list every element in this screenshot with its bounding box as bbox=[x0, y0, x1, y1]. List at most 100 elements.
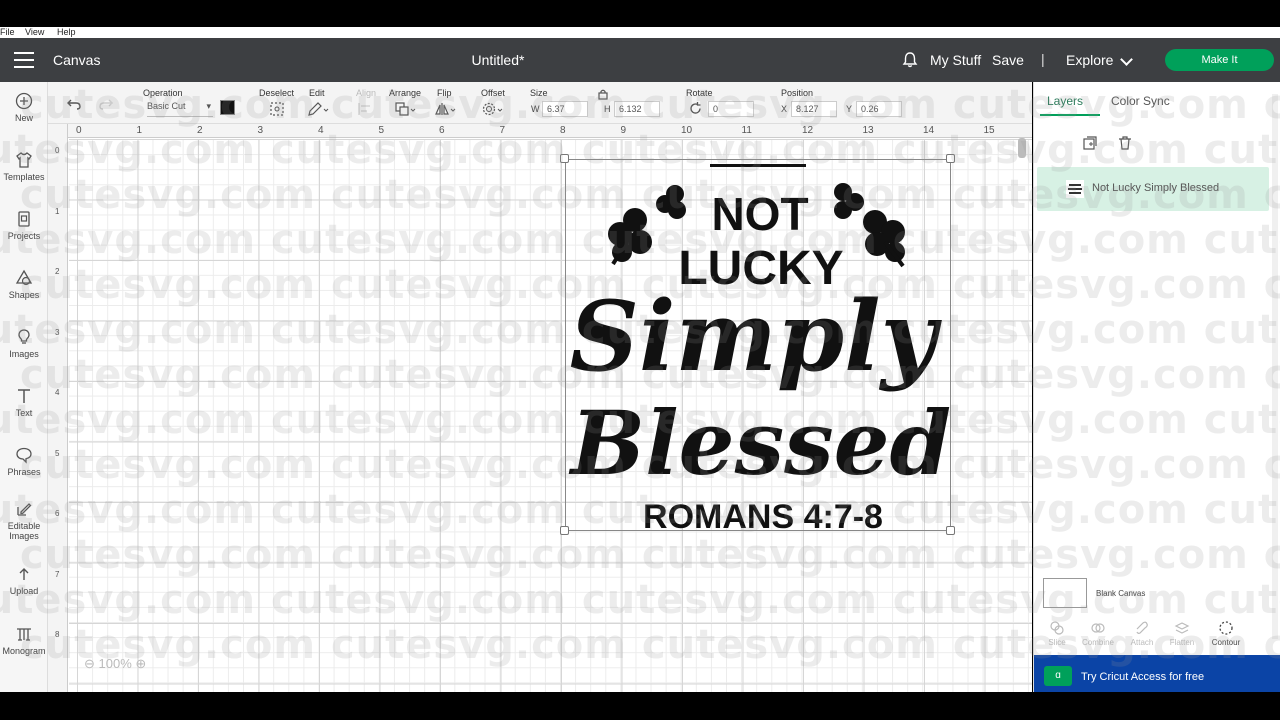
tab-layers[interactable]: Layers bbox=[1047, 94, 1083, 108]
rotate-value: 0 bbox=[713, 104, 719, 114]
flip-icon[interactable] bbox=[435, 101, 459, 117]
document-title[interactable]: Untitled* bbox=[0, 52, 996, 68]
bell-icon[interactable] bbox=[901, 51, 919, 69]
attach-button[interactable]: Attach bbox=[1120, 620, 1164, 647]
flatten-icon bbox=[1174, 622, 1190, 634]
height-input[interactable]: 6.132 bbox=[614, 101, 660, 117]
deselect-icon[interactable] bbox=[269, 101, 285, 117]
tool-label: Combine bbox=[1081, 638, 1114, 647]
shapes-icon bbox=[15, 269, 33, 286]
sidebar-item-templates[interactable]: Templates bbox=[0, 151, 48, 182]
ruler-tick-label: 2 bbox=[197, 125, 203, 136]
selection-box bbox=[565, 159, 951, 531]
blank-canvas-label: Blank Canvas bbox=[1096, 589, 1146, 598]
height-value: 6.132 bbox=[619, 104, 642, 114]
resize-handle[interactable] bbox=[560, 154, 569, 163]
attach-icon bbox=[1136, 621, 1148, 634]
sidebar-item-projects[interactable]: Projects bbox=[0, 210, 48, 241]
rotate-icon[interactable] bbox=[688, 101, 703, 116]
sidebar-label: Images bbox=[9, 349, 39, 359]
edit-toolbar: Operation Basic Cut ▾ Deselect Edit Alig… bbox=[48, 82, 1032, 124]
arrange-label: Arrange bbox=[389, 88, 422, 98]
ruler-horizontal: 0 1 2 3 4 5 6 7 8 9 10 11 12 13 14 15 bbox=[68, 124, 1032, 138]
zoom-control[interactable]: ⊖ 100% ⊕ bbox=[84, 656, 146, 672]
lightbulb-icon bbox=[18, 329, 30, 344]
contour-button[interactable]: Contour bbox=[1204, 620, 1248, 647]
operation-value: Basic Cut bbox=[147, 101, 186, 111]
tool-label: Flatten bbox=[1169, 638, 1195, 647]
cricut-access-banner[interactable]: ɑ Try Cricut Access for free bbox=[1034, 655, 1280, 692]
menu-file[interactable]: File bbox=[0, 27, 15, 38]
panel-scrollbar[interactable] bbox=[1272, 94, 1278, 639]
rotate-input[interactable]: 0 bbox=[708, 101, 754, 117]
canvas-scrollbar[interactable] bbox=[1018, 138, 1026, 158]
width-input[interactable]: 6.37 bbox=[542, 101, 588, 117]
plus-circle-icon bbox=[15, 92, 33, 110]
operation-select[interactable]: Basic Cut ▾ bbox=[147, 101, 213, 117]
cricut-access-icon: ɑ bbox=[1044, 666, 1072, 686]
redo-icon[interactable] bbox=[98, 97, 114, 111]
lock-icon[interactable] bbox=[597, 88, 609, 100]
color-swatch[interactable] bbox=[220, 100, 235, 115]
offset-label: Offset bbox=[481, 88, 505, 98]
tool-label: Slice bbox=[1048, 638, 1066, 647]
trash-icon[interactable] bbox=[1117, 135, 1133, 151]
ruler-tick-label: 5 bbox=[55, 448, 60, 458]
ruler-tick-label: 7 bbox=[55, 569, 60, 579]
app-window: File View Help Canvas Untitled* My Stuff… bbox=[0, 0, 1280, 720]
resize-handle[interactable] bbox=[560, 526, 569, 535]
sidebar-label: Monogram bbox=[2, 646, 46, 656]
sidebar-item-images[interactable]: Images bbox=[0, 328, 48, 359]
y-value: 0.26 bbox=[861, 104, 879, 114]
tab-color-sync[interactable]: Color Sync bbox=[1111, 94, 1170, 108]
slice-button[interactable]: Slice bbox=[1035, 620, 1079, 647]
sidebar-item-monogram[interactable]: Monogram bbox=[0, 625, 48, 656]
arrange-icon[interactable] bbox=[394, 101, 418, 117]
sidebar-label: Shapes bbox=[8, 290, 40, 300]
x-value: 8.127 bbox=[796, 104, 819, 114]
sidebar-label: Text bbox=[15, 408, 33, 418]
sidebar-item-editable-images[interactable]: Editable Images bbox=[0, 500, 48, 541]
slice-icon bbox=[1050, 621, 1064, 635]
y-input[interactable]: 0.26 bbox=[856, 101, 902, 117]
menu-view[interactable]: View bbox=[25, 27, 44, 38]
ruler-tick-label: 1 bbox=[136, 125, 143, 136]
left-sidebar: New Templates Projects Shapes Images Tex… bbox=[0, 82, 48, 692]
sidebar-item-new[interactable]: New bbox=[0, 92, 48, 123]
save-button[interactable]: Save bbox=[992, 52, 1024, 68]
sidebar-item-phrases[interactable]: Phrases bbox=[0, 446, 48, 477]
explore-menu[interactable]: Explore bbox=[1066, 52, 1113, 68]
chevron-down-icon[interactable] bbox=[1120, 53, 1133, 66]
layer-item[interactable]: Not Lucky Simply Blessed bbox=[1037, 167, 1269, 211]
flatten-button[interactable]: Flatten bbox=[1160, 620, 1204, 647]
ruler-tick-label: 0 bbox=[55, 146, 60, 155]
offset-icon[interactable] bbox=[481, 101, 507, 117]
undo-icon[interactable] bbox=[66, 97, 82, 111]
menu-help[interactable]: Help bbox=[57, 27, 76, 38]
make-it-button[interactable]: Make It bbox=[1165, 49, 1274, 71]
sidebar-item-upload[interactable]: Upload bbox=[0, 565, 48, 596]
resize-handle[interactable] bbox=[946, 526, 955, 535]
deselect-label: Deselect bbox=[259, 88, 295, 98]
sidebar-item-text[interactable]: Text bbox=[0, 387, 48, 418]
x-input[interactable]: 8.127 bbox=[791, 101, 837, 117]
sidebar-item-shapes[interactable]: Shapes bbox=[0, 269, 48, 300]
duplicate-icon[interactable] bbox=[1082, 135, 1098, 151]
ruler-tick-label: 9 bbox=[620, 125, 627, 136]
resize-handle[interactable] bbox=[946, 154, 955, 163]
ruler-tick-label: 13 bbox=[862, 125, 874, 136]
align-label: Align bbox=[356, 88, 377, 98]
my-stuff-link[interactable]: My Stuff bbox=[930, 52, 981, 68]
speech-bubble-icon bbox=[16, 447, 32, 464]
combine-button[interactable]: Combine bbox=[1076, 620, 1120, 647]
zoom-in-icon[interactable]: ⊕ bbox=[135, 656, 146, 671]
upload-icon bbox=[19, 568, 29, 580]
pencil-icon[interactable] bbox=[307, 101, 329, 117]
design-canvas[interactable]: 0 1 2 3 4 5 6 7 8 9 10 11 12 13 14 15 012345678 NOT LUC… bbox=[48, 124, 1032, 692]
combine-icon bbox=[1091, 623, 1105, 633]
flip-label: Flip bbox=[437, 88, 452, 98]
monogram-icon bbox=[17, 628, 31, 641]
blank-canvas-thumbnail[interactable] bbox=[1043, 578, 1087, 608]
zoom-out-icon[interactable]: ⊖ bbox=[84, 656, 95, 671]
project-icon bbox=[18, 211, 30, 227]
